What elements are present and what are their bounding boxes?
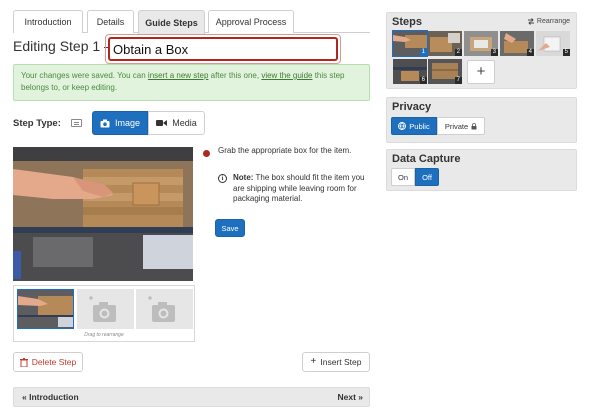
step-thumbnail-1[interactable]: 1	[392, 30, 428, 57]
keyboard-icon	[71, 119, 82, 127]
bullet-red-icon	[203, 150, 210, 157]
step-thumbnail-7[interactable]: 7	[428, 59, 462, 84]
delete-step-label: Delete Step	[31, 357, 77, 367]
rearrange-label: Rearrange	[536, 18, 570, 25]
add-step-button[interactable]: +	[467, 60, 495, 84]
main-photo-illustration	[13, 147, 193, 281]
tab-guide-steps[interactable]: Guide Steps	[138, 10, 205, 34]
steps-panel-title: Steps	[392, 16, 422, 28]
plus-icon: +	[310, 356, 317, 367]
editing-step-heading: Editing Step 1 —	[13, 38, 119, 54]
step-type-image-label: Image	[114, 118, 140, 128]
globe-icon	[398, 122, 407, 130]
step-type-image-button[interactable]: Image	[92, 111, 148, 135]
tab-details[interactable]: Details	[87, 10, 134, 33]
insert-new-step-link[interactable]: insert a new step	[148, 71, 208, 80]
step-thumbnail-6[interactable]: 6	[393, 59, 427, 84]
step-number-badge: 4	[526, 49, 534, 56]
lock-icon	[471, 122, 477, 129]
rearrange-button[interactable]: Rearrange	[527, 18, 570, 25]
note-line[interactable]: Note: The box should fit the item you ar…	[233, 173, 378, 205]
video-icon	[156, 120, 168, 126]
step-number-badge: 5	[562, 49, 570, 56]
step-number-badge: 1	[419, 49, 427, 56]
delete-step-button[interactable]: Delete Step	[13, 352, 83, 372]
step-number-badge: 6	[419, 77, 427, 84]
data-capture-on-toggle[interactable]: On	[391, 168, 415, 186]
camera-icon	[100, 119, 110, 127]
step-type-media-label: Media	[172, 118, 197, 128]
drag-to-rearrange-hint: Drag to rearrange	[84, 332, 124, 338]
step-thumbnail-5[interactable]: 5	[536, 31, 570, 56]
step-number-badge: 2	[454, 49, 462, 56]
step-number-badge: 3	[490, 49, 498, 56]
alert-text-before: Your changes were saved. You can	[21, 71, 148, 80]
previous-introduction-link[interactable]: « Introduction	[22, 392, 79, 402]
tab-introduction[interactable]: Introduction	[13, 10, 83, 33]
step-thumbnail-4[interactable]: 4	[500, 31, 534, 56]
insert-step-label: Insert Step	[320, 357, 362, 367]
privacy-public-label: Public	[409, 121, 430, 131]
main-step-image[interactable]	[13, 147, 193, 281]
trash-icon	[19, 357, 28, 367]
privacy-private-label: Private	[444, 121, 469, 131]
tab-approval-process[interactable]: Approval Process	[208, 10, 294, 33]
add-photo-icon	[89, 296, 116, 322]
saved-alert: Your changes were saved. You can insert …	[13, 64, 370, 101]
insert-step-button[interactable]: + Insert Step	[302, 352, 370, 372]
view-guide-link[interactable]: view the guide	[261, 71, 312, 80]
bullet-line-text[interactable]: Grab the appropriate box for the item.	[218, 146, 351, 155]
step-title-input[interactable]	[108, 37, 338, 61]
image-thumbnail-row: Drag to rearrange	[13, 285, 195, 342]
image-slot-3[interactable]	[136, 289, 193, 329]
add-photo-icon	[148, 296, 175, 322]
note-label: Note:	[233, 173, 254, 182]
step-number-badge: 7	[454, 77, 462, 84]
step-type-label: Step Type:	[13, 118, 61, 129]
data-capture-on-label: On	[397, 172, 408, 182]
rearrange-icon	[527, 18, 534, 25]
next-link[interactable]: Next »	[337, 392, 363, 402]
step-type-media-button[interactable]: Media	[148, 111, 205, 135]
step-thumbnail-2[interactable]: 2	[428, 31, 462, 56]
thumbnail-photo-illustration	[18, 290, 73, 328]
alert-text-middle: after this one,	[208, 71, 262, 80]
image-thumbnail-1[interactable]	[17, 289, 74, 329]
data-capture-off-toggle[interactable]: Off	[415, 168, 439, 186]
image-slot-2[interactable]	[77, 289, 134, 329]
step-navigation-bar: « Introduction Next »	[13, 387, 370, 407]
privacy-private-toggle[interactable]: Private	[437, 117, 485, 135]
data-capture-panel-title: Data Capture	[392, 153, 461, 165]
data-capture-off-label: Off	[422, 172, 432, 182]
step-thumbnail-3[interactable]: 3	[464, 31, 498, 56]
guide-tabs: Introduction Details Guide Steps Approva…	[13, 10, 370, 34]
save-button[interactable]: Save	[215, 219, 245, 237]
privacy-panel-title: Privacy	[392, 101, 432, 113]
info-icon: i	[218, 174, 227, 183]
note-text: The box should fit the item you are ship…	[233, 173, 365, 203]
privacy-public-toggle[interactable]: Public	[391, 117, 437, 135]
